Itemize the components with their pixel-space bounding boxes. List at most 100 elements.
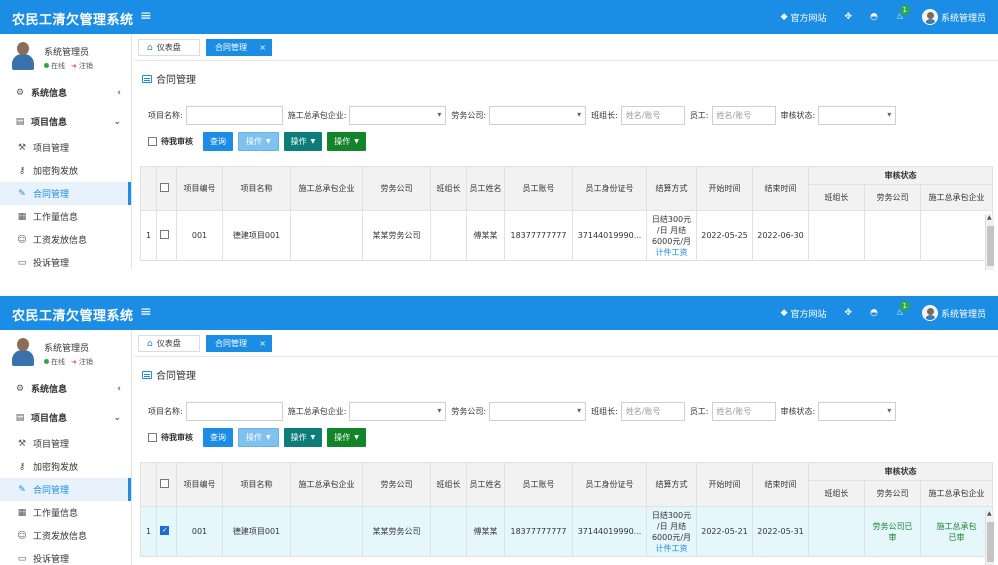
- sidebar-item-5[interactable]: ▦ 工作量信息: [0, 501, 131, 524]
- sidebar-item-2[interactable]: ⚒ 项目管理: [0, 432, 131, 455]
- team-leader-header[interactable]: 班组长: [430, 166, 467, 211]
- operation-dropdown-3[interactable]: 操作 ▼: [327, 131, 366, 151]
- operation-dropdown-2[interactable]: 操作 ▼: [283, 427, 323, 447]
- worker-input[interactable]: 姓名/账号: [711, 401, 776, 421]
- official-site-link[interactable]: ◆ 官方网站: [781, 11, 827, 24]
- table-row[interactable]: 1 001 德建项目001 某某劳务公司 傅某某 18377777777 371…: [140, 506, 993, 557]
- worker-input[interactable]: 姓名/账号: [711, 105, 776, 125]
- sidebar-item-1[interactable]: ▤ 项目信息 ⌄: [0, 406, 131, 429]
- notification-button[interactable]: ♨ 1: [896, 301, 910, 318]
- project-name-header[interactable]: 项目名称: [222, 462, 291, 507]
- operation-dropdown-3[interactable]: 操作 ▼: [327, 427, 366, 447]
- user-menu[interactable]: 系统管理员: [921, 9, 986, 25]
- operation-dropdown-1[interactable]: 操作 ▼: [238, 427, 279, 447]
- operation-dropdown-1[interactable]: 操作 ▼: [238, 131, 279, 151]
- worker-name-header[interactable]: 员工姓名: [466, 166, 505, 211]
- labor-company-select[interactable]: [489, 105, 587, 125]
- notification-button[interactable]: ♨ 1: [896, 5, 910, 22]
- audit-contractor-header[interactable]: 施工总承包企业: [920, 184, 993, 211]
- project-name-header[interactable]: 项目名称: [222, 166, 291, 211]
- select-all-checkbox[interactable]: [160, 479, 169, 488]
- operation-dropdown-2[interactable]: 操作 ▼: [283, 131, 323, 151]
- worker-account-header[interactable]: 员工账号: [504, 462, 573, 507]
- row-checkbox[interactable]: [160, 525, 169, 536]
- worker-account-header[interactable]: 员工账号: [504, 166, 573, 211]
- menu-toggle-icon[interactable]: ≡: [140, 304, 152, 320]
- sidebar-item-3[interactable]: ⚷ 加密狗发放: [0, 159, 131, 182]
- piece-wage-link[interactable]: 计件工资: [648, 543, 696, 554]
- scroll-up-icon[interactable]: ▲: [987, 214, 992, 221]
- project-no-header[interactable]: 项目编号: [176, 462, 223, 507]
- piece-wage-link[interactable]: 计件工资: [648, 247, 696, 258]
- scroll-thumb[interactable]: [987, 522, 994, 562]
- team-leader-input[interactable]: 姓名/账号: [620, 401, 685, 421]
- pending-checkbox[interactable]: [148, 432, 157, 442]
- fullscreen-button[interactable]: ✥: [845, 308, 853, 318]
- sidebar-item-4[interactable]: ✎ 合同管理: [0, 182, 131, 205]
- settlement-header[interactable]: 结算方式: [646, 462, 697, 507]
- audit-labor-header[interactable]: 劳务公司: [864, 184, 921, 211]
- close-icon[interactable]: ×: [259, 339, 266, 348]
- row-checkbox[interactable]: [160, 229, 169, 239]
- labor-company-select[interactable]: [489, 401, 587, 421]
- menu-toggle-icon[interactable]: ≡: [140, 8, 152, 24]
- table-scrollbar[interactable]: ▲: [985, 510, 994, 565]
- dashboard-button[interactable]: ◓: [870, 308, 878, 318]
- sidebar-item-7[interactable]: ▭ 投诉管理: [0, 251, 131, 270]
- audit-status-select[interactable]: [818, 105, 897, 125]
- labor-company-header[interactable]: 劳务公司: [362, 462, 431, 507]
- official-site-link[interactable]: ◆ 官方网站: [781, 307, 827, 320]
- logout-link[interactable]: ➜ 注销: [71, 357, 93, 367]
- team-leader-header[interactable]: 班组长: [430, 462, 467, 507]
- project-name-input[interactable]: [185, 105, 283, 125]
- tab-dashboard[interactable]: ⌂ 仪表盘: [138, 39, 200, 56]
- audit-labor-header[interactable]: 劳务公司: [864, 480, 921, 507]
- query-button[interactable]: 查询: [203, 427, 233, 447]
- sidebar-item-6[interactable]: ☺ 工资发放信息: [0, 524, 131, 547]
- user-menu[interactable]: 系统管理员: [921, 305, 986, 321]
- close-icon[interactable]: ×: [259, 43, 266, 52]
- worker-id-header[interactable]: 员工身份证号: [572, 166, 647, 211]
- contractor-select[interactable]: [349, 105, 447, 125]
- end-time-header[interactable]: 结束时间: [752, 166, 809, 211]
- sidebar-item-2[interactable]: ⚒ 项目管理: [0, 136, 131, 159]
- pending-checkbox[interactable]: [148, 136, 157, 146]
- sidebar-item-6[interactable]: ☺ 工资发放信息: [0, 228, 131, 251]
- team-leader-input[interactable]: 姓名/账号: [620, 105, 685, 125]
- table-row[interactable]: 1 001 德建项目001 某某劳务公司 傅某某 18377777777 371…: [140, 210, 993, 261]
- start-time-header[interactable]: 开始时间: [696, 166, 753, 211]
- project-name-input[interactable]: [185, 401, 283, 421]
- audit-status-select[interactable]: [818, 401, 897, 421]
- scroll-up-icon[interactable]: ▲: [987, 510, 992, 517]
- select-all-checkbox[interactable]: [160, 183, 169, 192]
- query-button[interactable]: 查询: [203, 131, 233, 151]
- sidebar-item-1[interactable]: ▤ 项目信息 ⌄: [0, 110, 131, 133]
- fullscreen-button[interactable]: ✥: [845, 12, 853, 22]
- tab-contract-management[interactable]: 合同管理 ×: [206, 39, 272, 56]
- scroll-thumb[interactable]: [987, 226, 994, 266]
- audit-contractor-header[interactable]: 施工总承包企业: [920, 480, 993, 507]
- logout-link[interactable]: ➜ 注销: [71, 61, 93, 71]
- sidebar-item-5[interactable]: ▦ 工作量信息: [0, 205, 131, 228]
- audit-team-leader-header[interactable]: 班组长: [808, 184, 865, 211]
- project-no-header[interactable]: 项目编号: [176, 166, 223, 211]
- sidebar-item-0[interactable]: ⚙ 系统信息 ‹: [0, 81, 131, 104]
- sidebar-item-0[interactable]: ⚙ 系统信息 ‹: [0, 377, 131, 400]
- tab-contract-management[interactable]: 合同管理 ×: [206, 335, 272, 352]
- sidebar-item-4[interactable]: ✎ 合同管理: [0, 478, 131, 501]
- tab-dashboard[interactable]: ⌂ 仪表盘: [138, 335, 200, 352]
- audit-team-leader-header[interactable]: 班组长: [808, 480, 865, 507]
- worker-name-header[interactable]: 员工姓名: [466, 462, 505, 507]
- start-time-header[interactable]: 开始时间: [696, 462, 753, 507]
- worker-id-header[interactable]: 员工身份证号: [572, 462, 647, 507]
- dashboard-button[interactable]: ◓: [870, 12, 878, 22]
- sidebar-item-7[interactable]: ▭ 投诉管理: [0, 547, 131, 565]
- settlement-header[interactable]: 结算方式: [646, 166, 697, 211]
- contractor-select[interactable]: [349, 401, 447, 421]
- contractor-header[interactable]: 施工总承包企业: [290, 462, 363, 507]
- contractor-header[interactable]: 施工总承包企业: [290, 166, 363, 211]
- end-time-header[interactable]: 结束时间: [752, 462, 809, 507]
- labor-company-header[interactable]: 劳务公司: [362, 166, 431, 211]
- sidebar-item-3[interactable]: ⚷ 加密狗发放: [0, 455, 131, 478]
- table-scrollbar[interactable]: ▲: [985, 214, 994, 270]
